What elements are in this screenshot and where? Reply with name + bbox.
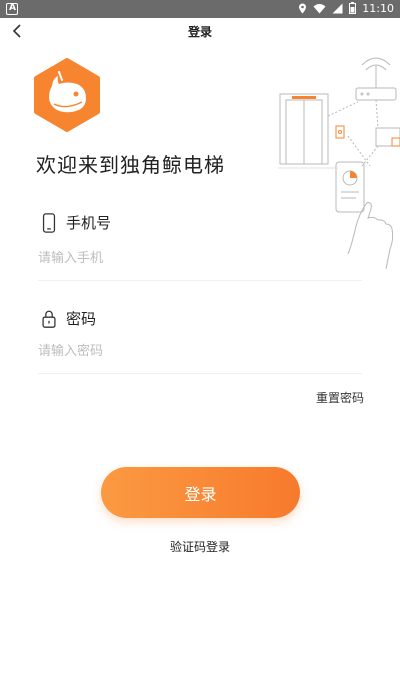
status-time: 11:10	[362, 2, 394, 15]
sms-code-login-link[interactable]: 验证码登录	[0, 538, 400, 555]
password-label-text: 密码	[66, 310, 97, 328]
password-input[interactable]	[38, 338, 358, 364]
phone-divider	[38, 280, 362, 281]
reset-password-link[interactable]: 重置密码	[316, 389, 364, 406]
status-bar: A 11:10	[0, 0, 400, 18]
phone-label-text: 手机号	[66, 214, 112, 232]
wifi-icon	[313, 3, 326, 13]
login-button[interactable]: 登录	[101, 467, 300, 518]
nav-bar: 登录	[0, 18, 400, 44]
welcome-title: 欢迎来到独角鲸电梯	[36, 153, 225, 177]
password-label: 密码	[40, 308, 96, 329]
app-notification-icon: A	[6, 3, 18, 15]
lock-icon	[42, 310, 56, 328]
password-divider	[38, 373, 362, 374]
app-logo	[34, 58, 100, 132]
page-title: 登录	[187, 25, 212, 39]
mobile-phone-icon	[42, 212, 56, 233]
battery-icon	[349, 2, 356, 14]
phone-label: 手机号	[40, 212, 111, 233]
status-icons	[298, 2, 356, 14]
signal-icon	[332, 3, 343, 13]
phone-input[interactable]	[38, 245, 358, 271]
location-icon	[299, 3, 306, 13]
